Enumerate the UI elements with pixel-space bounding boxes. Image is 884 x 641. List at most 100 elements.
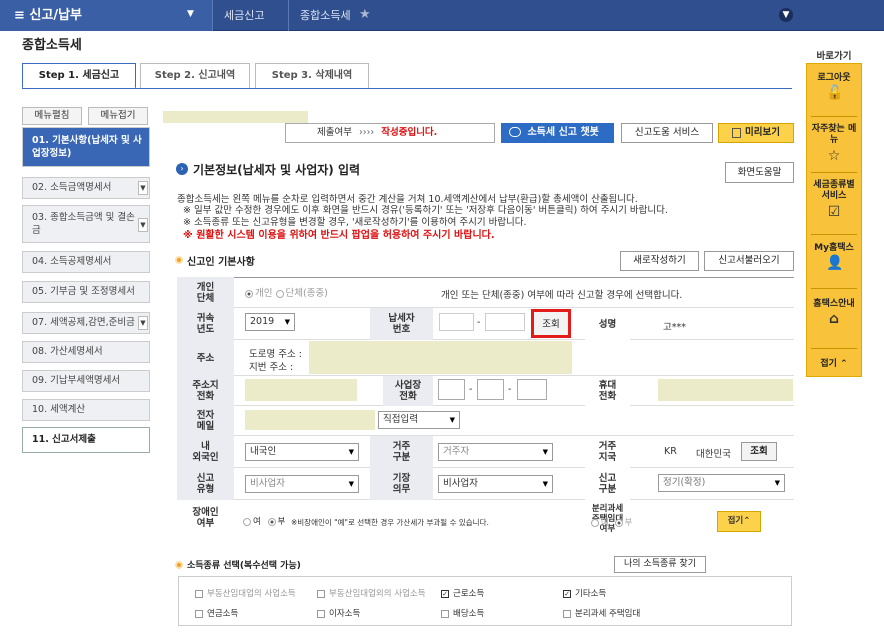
nav-item-prepaid-tax[interactable]: 09. 기납부세액명세서 xyxy=(22,370,150,392)
info-text-3: ※ 소득종류 또는 신고유형을 변경할 경우, '새로작성하기'를 이용하여 주… xyxy=(183,217,527,228)
checkbox-pension[interactable]: 연금소득 xyxy=(195,607,238,619)
logout-button[interactable]: 로그아웃 🔓 xyxy=(807,70,861,101)
breadcrumb-1[interactable]: 세금신고 xyxy=(224,0,264,31)
tab-step3[interactable]: Step 3. 삭제내역 xyxy=(255,63,369,89)
checkbox[interactable] xyxy=(195,609,203,618)
checkbox-interest[interactable]: 이자소득 xyxy=(317,607,360,619)
home-phone-redacted[interactable] xyxy=(245,379,357,401)
radio-individual[interactable] xyxy=(245,289,253,298)
email-redacted[interactable] xyxy=(245,410,375,430)
bookkeeping-select[interactable]: 비사업자 ▼ xyxy=(438,475,553,493)
nav-item-donations[interactable]: 05. 기부금 및 조정명세서 xyxy=(22,281,150,303)
checkbox-earned-income[interactable]: ✓ 근로소득 xyxy=(441,587,484,599)
preview-button[interactable]: 미리보기 xyxy=(718,123,794,143)
resident-select[interactable]: 거주자 ▼ xyxy=(438,443,553,461)
nav-item-income-statement[interactable]: 02. 소득금액명세서 ▼ xyxy=(22,177,150,199)
find-income-types-button[interactable]: 나의 소득종류 찾기 xyxy=(614,556,706,573)
nav-item-tax-credits[interactable]: 07. 세액공제,감면,준비금 ▼ xyxy=(22,312,150,334)
check-box-icon: ☑ xyxy=(827,204,841,220)
menu-button[interactable]: ≡ 신고/납부 xyxy=(0,0,212,31)
checkbox[interactable] xyxy=(317,589,325,598)
tab-step1[interactable]: Step 1. 세금신고 xyxy=(22,63,136,89)
nav-item-tax-calc[interactable]: 10. 세액계산 xyxy=(22,399,150,421)
chatbot-button[interactable]: 소득세 신고 챗봇 xyxy=(501,123,614,143)
radio-group[interactable] xyxy=(275,289,284,298)
chevron-down-icon: ▼ xyxy=(542,448,548,456)
radio-disabled-yes[interactable] xyxy=(243,517,251,526)
my-hometax-button[interactable]: My홈택스 👤 xyxy=(807,240,861,271)
logout-label: 로그아웃 xyxy=(817,73,851,83)
report-class-select[interactable]: 정기(확정) ▼ xyxy=(658,474,785,492)
biz-phone-2[interactable] xyxy=(477,379,504,400)
nav-label: 02. 소득금액명세서 xyxy=(32,182,112,193)
radio-disabled-no[interactable] xyxy=(267,517,276,526)
nav-item-basic-info[interactable]: 01. 기본사항(납세자 및 사업장정보) xyxy=(22,127,150,167)
taxpayer-id-input-2[interactable] xyxy=(485,313,525,331)
chatbot-label: 소득세 신고 챗봇 xyxy=(527,127,599,138)
arrow-right-icon: › xyxy=(176,163,188,175)
chevron-down-icon[interactable]: ▼ xyxy=(187,9,194,19)
divider xyxy=(811,348,857,349)
country-code: KR xyxy=(664,446,677,457)
checkbox[interactable] xyxy=(317,609,325,618)
checkbox[interactable] xyxy=(195,589,203,598)
chevron-down-icon[interactable]: ▼ xyxy=(138,316,148,330)
screen-help-button[interactable]: 화면도움말 xyxy=(725,162,794,183)
checkbox-checked[interactable]: ✓ xyxy=(563,589,571,598)
favorites-button[interactable]: 자주찾는 메뉴 ☆ xyxy=(807,124,861,164)
bullet-icon xyxy=(175,561,183,569)
checkbox-separate-rental[interactable]: 분리과세 주택임대 xyxy=(563,607,640,619)
bullet-icon xyxy=(175,256,183,264)
collapse-menu-button[interactable]: 메뉴접기 xyxy=(88,107,148,125)
new-write-button[interactable]: 새로작성하기 xyxy=(620,251,699,271)
address-label: 주소 xyxy=(177,340,234,376)
top-nav-bar: ≡ 신고/납부 ▼ 세금신고 종합소득세 ★ ▼ xyxy=(0,0,884,31)
nav-item-penalty[interactable]: 08. 가산세명세서 xyxy=(22,341,150,363)
country-lookup-button[interactable]: 조회 xyxy=(741,442,777,461)
biz-phone-3[interactable] xyxy=(517,379,547,400)
email-domain-select[interactable]: 직접입력 ▼ xyxy=(378,411,460,429)
tax-services-button[interactable]: 세금종류별 서비스 ☑ xyxy=(807,180,861,220)
info-text-2: ※ 일부 값만 수정한 경우에도 이후 화면을 반드시 경유('등록하기' 또는… xyxy=(183,205,668,216)
hometax-guide-button[interactable]: 홈택스안내 ⌂ xyxy=(807,296,861,327)
residency-select[interactable]: 내국인 ▼ xyxy=(245,443,359,461)
fold-button[interactable]: 접기⌃ xyxy=(717,511,761,532)
biz-phone-1[interactable] xyxy=(438,379,465,400)
checkbox-rental-biz[interactable]: 부동산임대업의 사업소득 xyxy=(195,587,296,599)
bookkeeping-value: 비사업자 xyxy=(443,478,478,489)
nav-item-submit[interactable]: 11. 신고서제출 xyxy=(22,427,150,453)
load-report-button[interactable]: 신고서불러오기 xyxy=(704,251,794,271)
nav-item-total-income[interactable]: 03. 종합소득금액 및 결손금 ▼ xyxy=(22,205,150,243)
fold-quick-menu-button[interactable]: 접기 ⌃ xyxy=(807,356,861,369)
menu-label: 신고/납부 xyxy=(29,8,83,23)
expand-menu-button[interactable]: 메뉴펼침 xyxy=(22,107,82,125)
lookup-button[interactable]: 조회 xyxy=(531,309,571,338)
mobile-redacted[interactable] xyxy=(658,379,793,401)
breadcrumb-2[interactable]: 종합소득세 xyxy=(300,0,351,31)
checkbox-label: 연금소득 xyxy=(207,609,239,619)
nav-item-deductions[interactable]: 04. 소득공제명세서 xyxy=(22,251,150,273)
checkbox-non-rental-biz[interactable]: 부동산임대업외의 사업소득 xyxy=(317,587,426,599)
tab-step2[interactable]: Step 2. 신고내역 xyxy=(140,63,250,89)
radio-sep-no[interactable] xyxy=(614,518,623,527)
chevron-down-icon[interactable]: ▼ xyxy=(138,218,148,232)
home-phone-label: 주소지 전화 xyxy=(177,376,234,406)
taxpayer-id-input-1[interactable] xyxy=(439,313,474,331)
checkbox-dividend[interactable]: 배당소득 xyxy=(441,607,484,619)
year-select[interactable]: 2019 ▼ xyxy=(245,313,295,331)
checkbox[interactable] xyxy=(563,609,571,618)
chevron-down-icon[interactable]: ▼ xyxy=(138,181,148,195)
radio-sep-yes[interactable] xyxy=(591,518,599,527)
checkbox-other-income[interactable]: ✓ 기타소득 xyxy=(563,587,606,599)
type-radio-group: 개인 단체(종중) xyxy=(245,285,328,299)
checkbox-checked[interactable]: ✓ xyxy=(441,589,449,598)
star-icon[interactable]: ★ xyxy=(359,7,371,22)
lock-icon: 🔓 xyxy=(826,85,844,101)
report-type-select[interactable]: 비사업자 ▼ xyxy=(245,475,359,493)
checkbox[interactable] xyxy=(441,609,449,618)
radio-individual-label: 개인 xyxy=(255,288,273,299)
redacted-area xyxy=(163,111,308,123)
chevron-down-icon[interactable]: ▼ xyxy=(779,8,793,22)
report-class-label: 신고 구분 xyxy=(585,468,630,500)
help-service-button[interactable]: 신고도움 서비스 xyxy=(621,123,713,143)
